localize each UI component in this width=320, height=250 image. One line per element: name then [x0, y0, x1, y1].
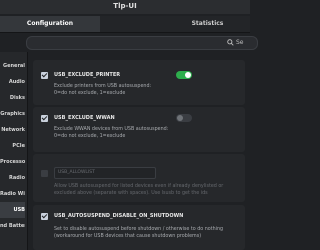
option-description-line-1: Exclude WWAN devices from USB autosuspen…: [54, 127, 169, 132]
option-name: USB_ALLOWLIST: [58, 170, 95, 175]
sidebar-item-graphics[interactable]: Graphics: [0, 106, 25, 122]
option-card-exclude-printer: USB_EXCLUDE_PRINTER Exclude printers fro…: [33, 60, 245, 105]
search-label: Se: [236, 39, 244, 46]
sidebar-item-audio[interactable]: Audio: [0, 74, 25, 90]
checkbox-autosuspend-disable-on-shutdown[interactable]: [41, 213, 48, 220]
option-description-line-2: (workaround for USB devices that cause s…: [54, 234, 202, 239]
option-description-line-2: excluded above (separate with spaces). U…: [54, 191, 208, 196]
option-description-line-1: Set to disable autosuspend before shutdo…: [54, 227, 224, 232]
sidebar-item-disks[interactable]: Disks: [0, 90, 25, 106]
option-description-line-1: Exclude printers from USB autosuspend:: [54, 84, 152, 89]
search-row: Se: [0, 33, 258, 51]
checkbox-allowlist[interactable]: [41, 170, 48, 177]
option-card-allowlist: USB_ALLOWLIST Allow USB autosuspend for …: [33, 154, 245, 202]
tab-bar: Configuration Statistics: [0, 16, 250, 33]
option-description-line-1: Allow USB autosuspend for listed devices…: [54, 184, 224, 189]
search-input[interactable]: Se: [26, 36, 258, 50]
option-description-line-2: 0=do not exclude, 1=exclude: [54, 134, 126, 139]
tab-statistics[interactable]: Statistics: [165, 16, 250, 32]
toggle-exclude-printer[interactable]: [176, 71, 192, 79]
option-name: USB_AUTOSUSPEND_DISABLE_ON_SHUTDOWN: [54, 213, 184, 219]
option-name: USB_EXCLUDE_PRINTER: [54, 72, 121, 78]
sidebar: General Audio Disks Graphics Network PCI…: [0, 52, 28, 250]
window-title: Tlp-UI: [113, 2, 137, 10]
option-card-exclude-wwan: USB_EXCLUDE_WWAN Exclude WWAN devices fr…: [33, 107, 245, 152]
checkbox-exclude-printer[interactable]: [41, 72, 48, 79]
option-description-line-2: 0=do not exclude, 1=exclude: [54, 91, 126, 96]
sidebar-item-processor[interactable]: Processor: [0, 154, 25, 170]
sidebar-item-battery[interactable]: nd Battery: [0, 218, 25, 234]
sidebar-item-network[interactable]: Network: [0, 122, 25, 138]
settings-panel: USB_EXCLUDE_PRINTER Exclude printers fro…: [28, 52, 250, 250]
option-name: USB_EXCLUDE_WWAN: [54, 115, 115, 121]
sidebar-item-pcie[interactable]: PCIe: [0, 138, 25, 154]
allowlist-field[interactable]: USB_ALLOWLIST: [54, 167, 156, 179]
toggle-exclude-wwan[interactable]: [176, 114, 192, 122]
sidebar-item-radio-wizard[interactable]: Radio Wizard: [0, 186, 25, 202]
option-card-autosuspend-disable-on-shutdown: USB_AUTOSUSPEND_DISABLE_ON_SHUTDOWN Set …: [33, 205, 245, 250]
sidebar-item-general[interactable]: General: [0, 58, 25, 74]
checkbox-exclude-wwan[interactable]: [41, 115, 48, 122]
sidebar-item-radio[interactable]: Radio: [0, 170, 25, 186]
title-bar: Tlp-UI: [0, 0, 250, 14]
search-icon: [227, 39, 234, 46]
sidebar-item-usb[interactable]: USB: [0, 202, 25, 218]
tab-configuration[interactable]: Configuration: [0, 16, 100, 32]
